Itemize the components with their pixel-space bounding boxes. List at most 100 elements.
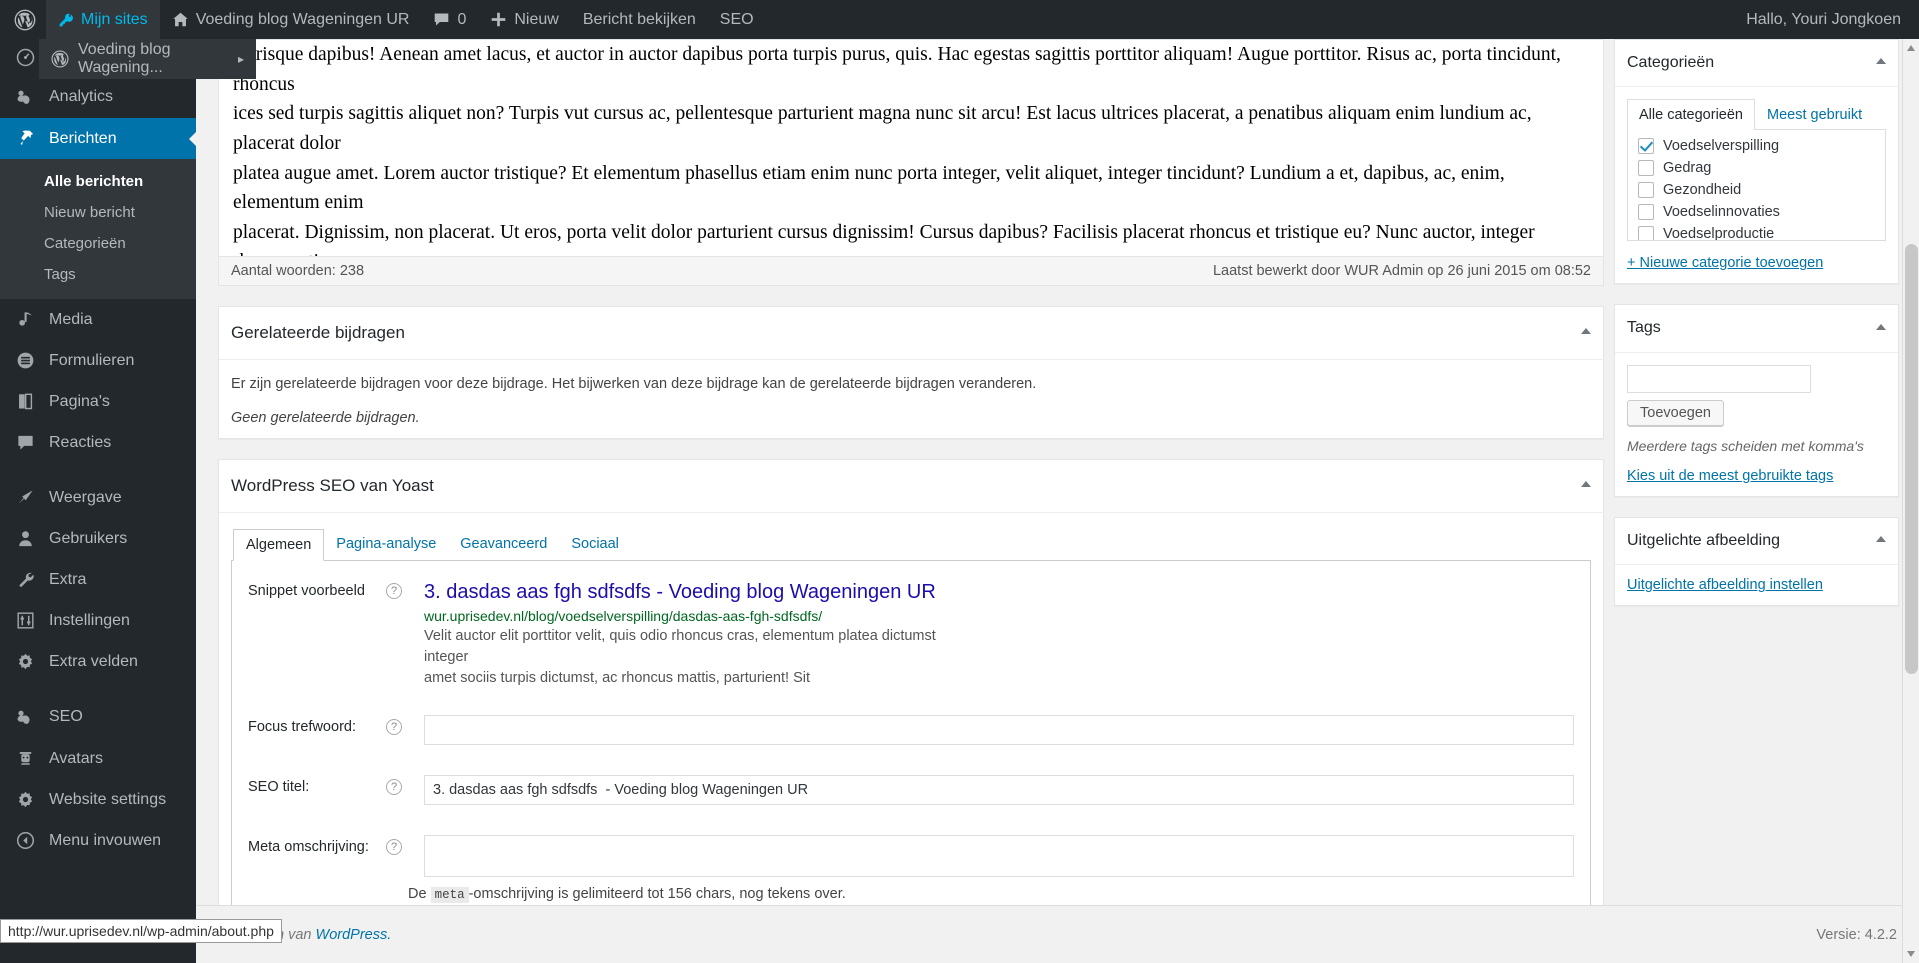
sidebar-item-formulieren[interactable]: Formulieren [0, 340, 196, 381]
featured-image-box-title[interactable]: Uitgelichte afbeelding [1615, 518, 1898, 566]
set-featured-image-link[interactable]: Uitgelichte afbeelding instellen [1627, 577, 1823, 593]
sidebar-item-label: Extra velden [49, 652, 138, 670]
yoast-general-panel: Snippet voorbeeld ? 3. dasdas aas fgh sd… [231, 560, 1591, 925]
related-posts-paragraph: Er zijn gerelateerde bijdragen voor deze… [231, 375, 1037, 392]
version-label: Versie: 4.2.2 [1816, 926, 1897, 943]
sidebar-item-extra[interactable]: Extra [0, 559, 196, 600]
toggle-panel-icon[interactable] [1581, 327, 1591, 334]
tab-pagina-analyse[interactable]: Pagina-analyse [324, 529, 448, 561]
wordpress-link[interactable]: WordPress. [316, 927, 392, 943]
category-label: Gezondheid [1663, 182, 1742, 199]
post-side-column: Categorieën Alle categorieën Meest gebru… [1614, 39, 1899, 626]
question-mark-icon[interactable]: ? [386, 718, 402, 735]
yoast-seo-body: Algemeen Pagina-analyse Geavanceerd Soci… [219, 513, 1603, 937]
my-sites-dropdown[interactable]: Voeding blog Wagening... ▸ [39, 39, 256, 79]
snippet-desc-line: amet sociis turpis dictumst, ac rhoncus … [424, 669, 810, 686]
focus-keyword-input[interactable] [424, 714, 1574, 745]
categories-box: Categorieën Alle categorieën Meest gebru… [1614, 39, 1899, 285]
sidebar-item-tags[interactable]: Tags [0, 259, 196, 290]
tab-algemeen[interactable]: Algemeen [233, 528, 325, 561]
sidebar-item-extra-velden[interactable]: Extra velden [0, 641, 196, 682]
tab-meest-gebruikt[interactable]: Meest gebruikt [1755, 99, 1874, 130]
scrollbar-thumb[interactable] [1905, 244, 1918, 674]
site-name-menu[interactable]: Voeding blog Wageningen UR [160, 0, 422, 39]
editor-line: ices sed turpis sagittis aliquet non? Tu… [233, 103, 1532, 154]
checkbox-icon[interactable] [1638, 182, 1654, 199]
tab-sociaal[interactable]: Sociaal [559, 529, 631, 561]
account-greeting[interactable]: Hallo, Youri Jongkoen [1746, 11, 1919, 29]
sidebar-item-avatars[interactable]: Avatars [0, 738, 196, 779]
related-posts-title[interactable]: Gerelateerde bijdragen [219, 307, 1603, 360]
toggle-panel-icon[interactable] [1581, 480, 1591, 487]
question-mark-icon[interactable]: ? [386, 838, 402, 855]
category-label: Gedrag [1663, 160, 1712, 177]
tags-box-title[interactable]: Tags [1615, 305, 1898, 353]
page-scrollbar[interactable] [1902, 39, 1919, 963]
my-sites-menu[interactable]: Mijn sites [46, 0, 160, 39]
wordpress-logo-button[interactable] [0, 0, 46, 39]
meta-description-textarea[interactable] [424, 834, 1574, 877]
sidebar-item-seo[interactable]: SEO [0, 696, 196, 738]
sidebar-item-media[interactable]: Media [0, 299, 196, 340]
scroll-down-arrow-icon[interactable] [1907, 951, 1915, 957]
snippet-preview-row: Snippet voorbeeld ? 3. dasdas aas fgh sd… [248, 579, 1574, 689]
add-tag-button[interactable]: Toevoegen [1627, 399, 1724, 426]
post-content-editor[interactable]: elerisque dapibus! Aenean amet lacus, et… [219, 40, 1603, 256]
sidebar-item-paginas[interactable]: Pagina's [0, 381, 196, 422]
tab-geavanceerd[interactable]: Geavanceerd [448, 529, 559, 561]
sidebar-item-reacties[interactable]: Reacties [0, 422, 196, 463]
sidebar-item-instellingen[interactable]: Instellingen [0, 600, 196, 641]
sidebar-item-weergave[interactable]: Weergave [0, 477, 196, 518]
sidebar-item-nieuw-bericht[interactable]: Nieuw bericht [0, 197, 196, 228]
seo-menu[interactable]: SEO [708, 0, 766, 39]
sidebar-item-berichten[interactable]: Berichten [0, 118, 196, 159]
sidebar-item-categorieen[interactable]: Categorieën [0, 228, 196, 259]
view-post-link[interactable]: Bericht bekijken [571, 0, 708, 39]
meta-description-row: Meta omschrijving: ? [248, 834, 1574, 877]
status-url-bubble: http://wur.uprisedev.nl/wp-admin/about.p… [0, 919, 282, 943]
meta-description-hint: De meta -omschrijving is gelimiteerd tot … [408, 886, 1574, 903]
yoast-seo-title[interactable]: WordPress SEO van Yoast [219, 460, 1603, 513]
category-item-gezondheid[interactable]: Gezondheid [1638, 182, 1875, 199]
focus-keyword-label: Focus trefwoord: [248, 718, 356, 735]
comments-bubble[interactable]: 0 [421, 0, 478, 39]
sidebar-item-gebruikers[interactable]: Gebruikers [0, 518, 196, 559]
scroll-up-arrow-icon[interactable] [1907, 45, 1915, 51]
sidebar-item-collapse-menu[interactable]: Menu invouwen [0, 820, 196, 861]
toggle-panel-icon[interactable] [1876, 535, 1886, 542]
category-item-voedselproductie[interactable]: Voedselproductie [1638, 226, 1875, 241]
checkbox-icon[interactable] [1638, 204, 1654, 221]
new-content-menu[interactable]: Nieuw [478, 0, 570, 39]
seo-title-row: SEO titel: ? [248, 774, 1574, 805]
toggle-panel-icon[interactable] [1876, 323, 1886, 330]
collapse-arrow-icon [13, 831, 37, 850]
category-item-voedselverspilling[interactable]: Voedselverspilling [1638, 138, 1875, 155]
seo-title-input[interactable] [424, 774, 1574, 805]
toggle-panel-icon[interactable] [1876, 58, 1886, 65]
last-edited-info: Laatst bewerkt door WUR Admin op 26 juni… [1212, 263, 1591, 279]
status-url-text: http://wur.uprisedev.nl/wp-admin/about.p… [8, 923, 274, 939]
question-mark-icon[interactable]: ? [386, 582, 402, 599]
forms-icon [13, 351, 37, 370]
add-new-category-link[interactable]: + Nieuwe categorie toevoegen [1627, 255, 1823, 271]
tag-input[interactable] [1627, 364, 1811, 393]
question-mark-icon[interactable]: ? [386, 778, 402, 795]
gear-icon [13, 790, 37, 809]
choose-popular-tags-link[interactable]: Kies uit de meest gebruikte tags [1627, 468, 1833, 484]
plus-icon [490, 11, 507, 28]
tab-alle-categorieen[interactable]: Alle categorieën [1627, 99, 1755, 131]
category-item-gedrag[interactable]: Gedrag [1638, 160, 1875, 177]
checkbox-icon[interactable] [1638, 160, 1654, 177]
sidebar-item-website-settings[interactable]: Website settings [0, 779, 196, 820]
categories-box-title[interactable]: Categorieën [1615, 40, 1898, 88]
sidebar-item-analytics[interactable]: Analytics [0, 76, 196, 118]
checkbox-icon[interactable] [1638, 138, 1654, 155]
sidebar-item-alle-berichten[interactable]: Alle berichten [0, 166, 196, 197]
focus-keyword-row: Focus trefwoord: ? [248, 714, 1574, 745]
checkbox-icon[interactable] [1638, 226, 1654, 241]
category-item-voedselinnovaties[interactable]: Voedselinnovaties [1638, 204, 1875, 221]
sidebar-item-label: Reacties [49, 433, 112, 451]
sidebar-item-label: Formulieren [49, 351, 135, 369]
snippet-preview: 3. dasdas aas fgh sdfsdfs - Voeding blog… [424, 579, 984, 689]
snippet-url: wur.uprisedev.nl/blog/voedselverspilling… [424, 607, 823, 624]
